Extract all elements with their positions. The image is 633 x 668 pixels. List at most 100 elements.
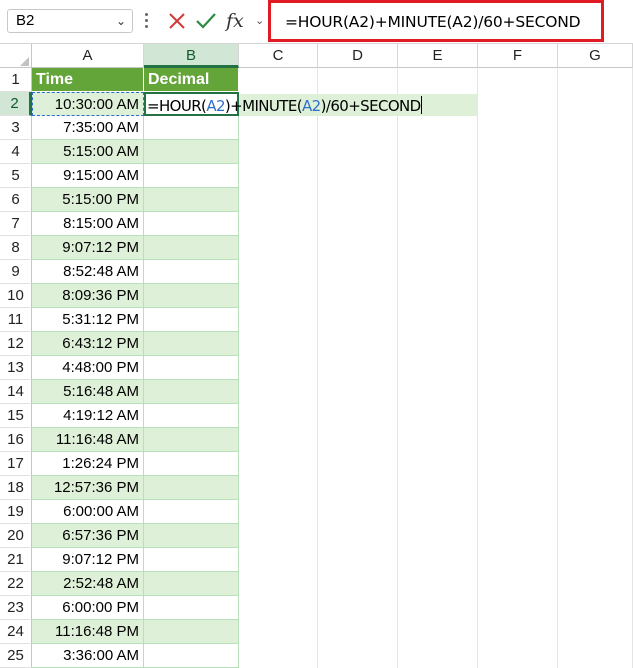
row-header-25[interactable]: 25: [0, 644, 32, 668]
worksheet-grid[interactable]: ABCDEFG 1 Time Decimal 2 10:30:00 AM 3 7:35:00…: [0, 44, 633, 668]
time-cell[interactable]: 8:15:00 AM: [32, 212, 144, 236]
time-cell[interactable]: 11:16:48 AM: [32, 428, 144, 452]
row-header-10[interactable]: 10: [0, 284, 32, 308]
time-cell[interactable]: 10:30:00 AM: [32, 92, 144, 116]
time-cell[interactable]: 5:16:48 AM: [32, 380, 144, 404]
time-cell[interactable]: 6:57:36 PM: [32, 524, 144, 548]
time-cell[interactable]: 9:15:00 AM: [32, 164, 144, 188]
time-cell[interactable]: 6:00:00 AM: [32, 500, 144, 524]
gridline: [477, 68, 478, 668]
chevron-down-icon[interactable]: ⌄: [116, 10, 126, 32]
time-cell[interactable]: 11:16:48 PM: [32, 620, 144, 644]
decimal-cell[interactable]: [144, 404, 239, 428]
time-cell[interactable]: 6:43:12 PM: [32, 332, 144, 356]
decimal-cell[interactable]: [144, 596, 239, 620]
gridline: [317, 68, 318, 668]
time-cell[interactable]: 12:57:36 PM: [32, 476, 144, 500]
row-header-13[interactable]: 13: [0, 356, 32, 380]
time-cell[interactable]: 5:31:12 PM: [32, 308, 144, 332]
column-header-time[interactable]: Time: [32, 68, 144, 92]
in-cell-formula-text[interactable]: =HOUR(A2)+MINUTE(A2)/60+SECOND: [147, 95, 422, 117]
gridline: [557, 68, 558, 668]
row-header-15[interactable]: 15: [0, 404, 32, 428]
expand-formula-chevron-icon[interactable]: ⌄: [255, 9, 267, 33]
column-header-decimal[interactable]: Decimal: [144, 68, 239, 92]
row-header-23[interactable]: 23: [0, 596, 32, 620]
decimal-cell[interactable]: [144, 236, 239, 260]
decimal-cell[interactable]: [144, 644, 239, 668]
formula-bar: B2 ⌄ fx ⌄ =HOUR(A2)+MINUTE(A2)/60+SECOND: [0, 0, 633, 44]
row-header-6[interactable]: 6: [0, 188, 32, 212]
time-cell[interactable]: 5:15:00 AM: [32, 140, 144, 164]
enter-check-icon[interactable]: [194, 9, 218, 33]
row-header-18[interactable]: 18: [0, 476, 32, 500]
cancel-icon[interactable]: [166, 9, 188, 33]
select-all-corner[interactable]: [0, 44, 32, 68]
time-cell[interactable]: 8:52:48 AM: [32, 260, 144, 284]
row-header-12[interactable]: 12: [0, 332, 32, 356]
decimal-cell[interactable]: [144, 524, 239, 548]
text-caret: [420, 96, 422, 114]
time-cell[interactable]: 9:07:12 PM: [32, 548, 144, 572]
column-header-e[interactable]: E: [398, 44, 478, 68]
row-header-21[interactable]: 21: [0, 548, 32, 572]
decimal-cell[interactable]: [144, 212, 239, 236]
name-box[interactable]: B2 ⌄: [7, 9, 133, 33]
decimal-cell[interactable]: [144, 140, 239, 164]
row-header-22[interactable]: 22: [0, 572, 32, 596]
decimal-cell[interactable]: [144, 164, 239, 188]
row-header-16[interactable]: 16: [0, 428, 32, 452]
column-header-b[interactable]: B: [144, 44, 239, 68]
decimal-cell[interactable]: [144, 188, 239, 212]
time-cell[interactable]: 5:15:00 PM: [32, 188, 144, 212]
decimal-cell[interactable]: [144, 284, 239, 308]
column-header-c[interactable]: C: [239, 44, 318, 68]
row-header-19[interactable]: 19: [0, 500, 32, 524]
decimal-cell[interactable]: [144, 332, 239, 356]
row-header-11[interactable]: 11: [0, 308, 32, 332]
decimal-cell[interactable]: [144, 380, 239, 404]
column-header-a[interactable]: A: [32, 44, 144, 68]
decimal-cell[interactable]: [144, 116, 239, 140]
decimal-cell[interactable]: [144, 548, 239, 572]
decimal-cell[interactable]: [144, 308, 239, 332]
decimal-cell[interactable]: [144, 260, 239, 284]
row-header-3[interactable]: 3: [0, 116, 32, 140]
decimal-cell[interactable]: [144, 356, 239, 380]
time-cell[interactable]: 7:35:00 AM: [32, 116, 144, 140]
row-header-1[interactable]: 1: [0, 68, 32, 92]
time-cell[interactable]: 2:52:48 AM: [32, 572, 144, 596]
time-cell[interactable]: 1:26:24 PM: [32, 452, 144, 476]
decimal-cell[interactable]: [144, 620, 239, 644]
row-header-8[interactable]: 8: [0, 236, 32, 260]
decimal-cell[interactable]: [144, 572, 239, 596]
column-header-f[interactable]: F: [478, 44, 558, 68]
cell-reference-a2: A2: [302, 97, 321, 115]
row-header-2[interactable]: 2: [0, 92, 32, 116]
time-cell[interactable]: 3:36:00 AM: [32, 644, 144, 668]
time-cell[interactable]: 4:48:00 PM: [32, 356, 144, 380]
row-header-5[interactable]: 5: [0, 164, 32, 188]
row-header-20[interactable]: 20: [0, 524, 32, 548]
name-box-value: B2: [16, 12, 35, 29]
column-header-g[interactable]: G: [558, 44, 633, 68]
cell-reference-a2: A2: [206, 97, 225, 115]
formula-input[interactable]: =HOUR(A2)+MINUTE(A2)/60+SECOND: [268, 0, 604, 42]
row-header-9[interactable]: 9: [0, 260, 32, 284]
time-cell[interactable]: 4:19:12 AM: [32, 404, 144, 428]
time-cell[interactable]: 6:00:00 PM: [32, 596, 144, 620]
column-header-d[interactable]: D: [318, 44, 398, 68]
row-header-7[interactable]: 7: [0, 212, 32, 236]
row-header-17[interactable]: 17: [0, 452, 32, 476]
time-cell[interactable]: 8:09:36 PM: [32, 284, 144, 308]
decimal-cell[interactable]: [144, 500, 239, 524]
decimal-cell[interactable]: [144, 428, 239, 452]
more-options-icon[interactable]: [145, 11, 149, 31]
decimal-cell[interactable]: [144, 452, 239, 476]
insert-function-icon[interactable]: fx: [226, 9, 252, 33]
decimal-cell[interactable]: [144, 476, 239, 500]
row-header-14[interactable]: 14: [0, 380, 32, 404]
row-header-4[interactable]: 4: [0, 140, 32, 164]
time-cell[interactable]: 9:07:12 PM: [32, 236, 144, 260]
row-header-24[interactable]: 24: [0, 620, 32, 644]
